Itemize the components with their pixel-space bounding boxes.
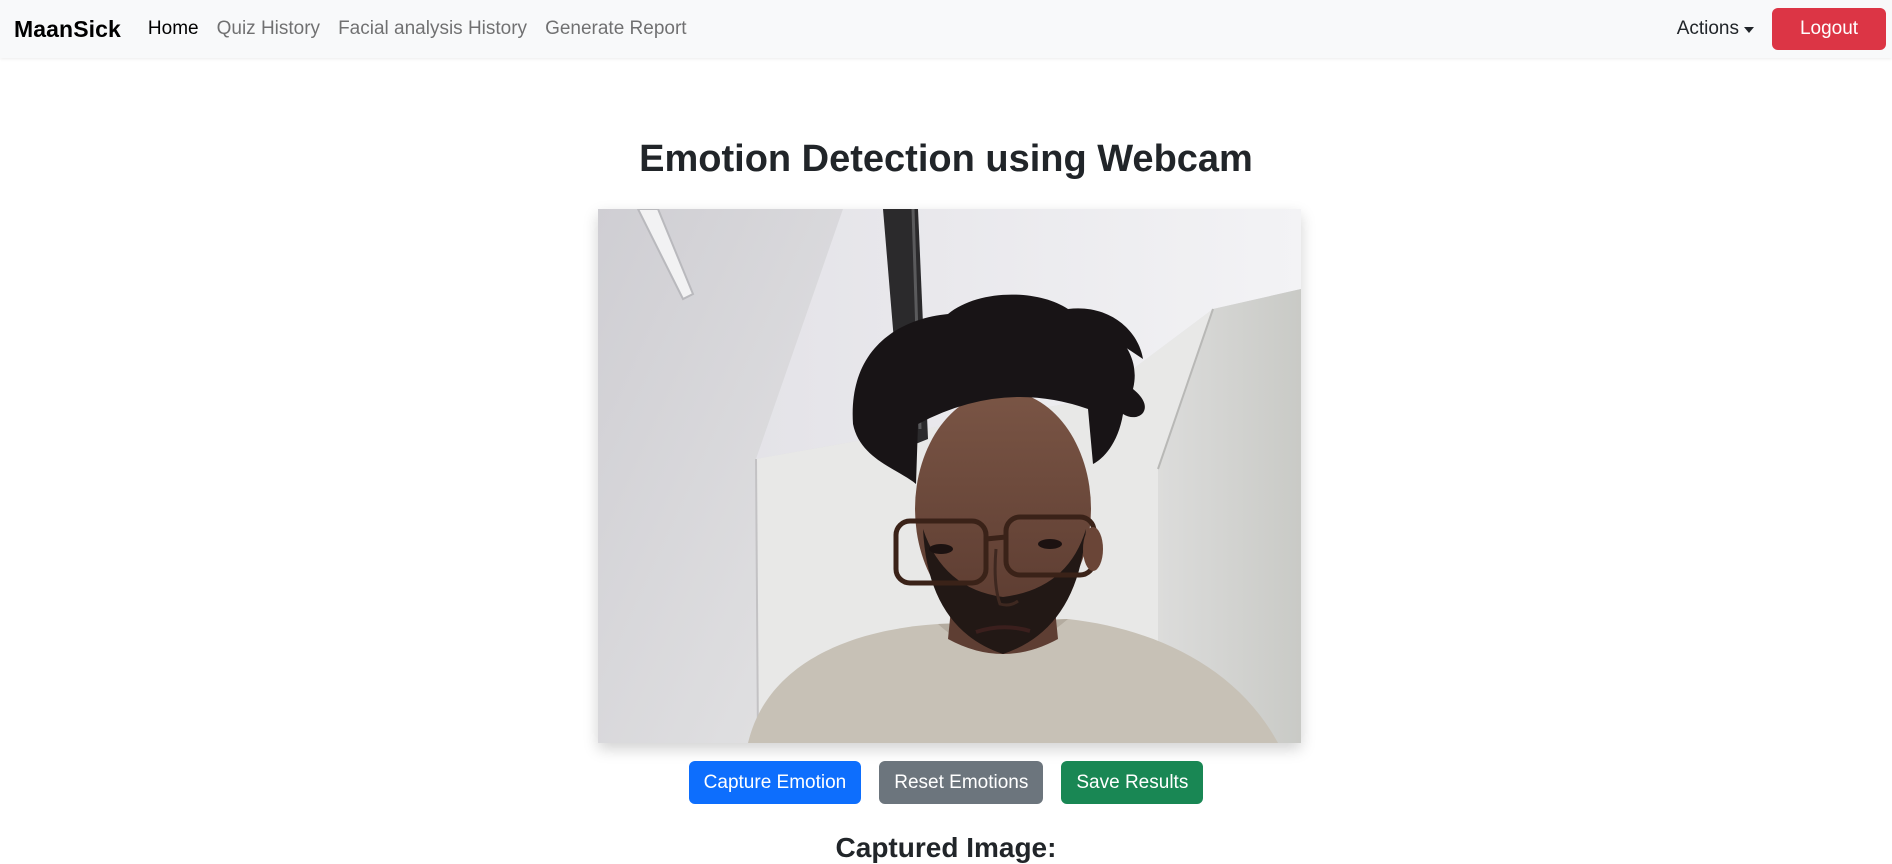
- reset-emotions-button[interactable]: Reset Emotions: [879, 761, 1044, 804]
- capture-emotion-button[interactable]: Capture Emotion: [688, 761, 862, 804]
- save-results-button[interactable]: Save Results: [1061, 761, 1204, 804]
- nav-right: Actions Logout: [1677, 8, 1892, 50]
- nav-link-facial-analysis-history[interactable]: Facial analysis History: [338, 18, 527, 40]
- nav-link-home[interactable]: Home: [148, 18, 199, 40]
- captured-image-heading: Captured Image:: [835, 832, 1057, 863]
- webcam-feed: [598, 209, 1301, 743]
- caret-down-icon: [1744, 27, 1754, 33]
- actions-label: Actions: [1676, 18, 1739, 39]
- nav-links: Home Quiz History Facial analysis Histor…: [148, 18, 705, 40]
- brand-logo[interactable]: MaanSick: [14, 16, 121, 43]
- logout-button[interactable]: Logout: [1772, 8, 1886, 50]
- navbar: MaanSick Home Quiz History Facial analys…: [0, 0, 1892, 58]
- nav-link-generate-report[interactable]: Generate Report: [545, 18, 687, 40]
- action-buttons: Capture Emotion Reset Emotions Save Resu…: [0, 761, 1892, 804]
- page-title: Emotion Detection using Webcam: [639, 138, 1253, 180]
- actions-dropdown[interactable]: Actions: [1677, 18, 1754, 40]
- nav-link-quiz-history[interactable]: Quiz History: [217, 18, 320, 40]
